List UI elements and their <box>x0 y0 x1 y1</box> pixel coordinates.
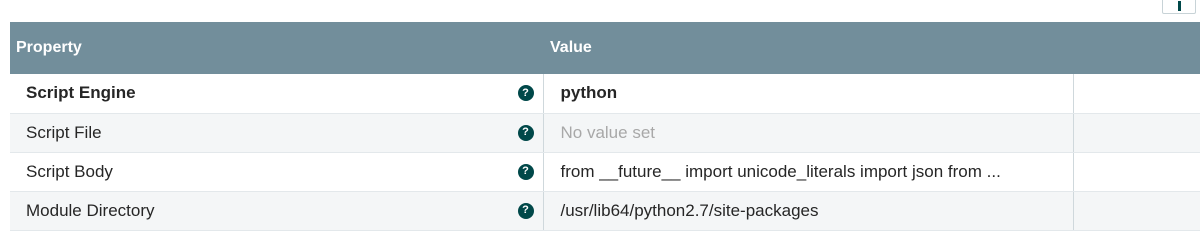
property-name-cell: Script Body ? <box>10 152 543 192</box>
property-value-cell[interactable]: No value set <box>542 113 1074 153</box>
add-property-button[interactable] <box>1162 0 1196 14</box>
help-icon[interactable]: ? <box>517 124 534 141</box>
property-value: /usr/lib64/python2.7/site-packages <box>560 200 819 220</box>
property-value-cell[interactable]: /usr/lib64/python2.7/site-packages <box>542 191 1074 231</box>
property-value: from __future__ import unicode_literals … <box>560 161 1001 181</box>
property-column-header[interactable]: Property <box>10 22 543 74</box>
property-name-cell: Script Engine ? <box>10 74 543 114</box>
property-value-cell[interactable]: python <box>542 74 1074 114</box>
table-row[interactable]: Script File ? No value set <box>10 113 1200 153</box>
property-name: Script Engine <box>26 83 136 103</box>
property-name: Script Body <box>26 161 113 181</box>
property-name-cell: Module Directory ? <box>10 191 543 231</box>
processor-properties-panel: Property Value Script Engine ? python Sc… <box>0 0 1200 240</box>
row-actions-cell <box>1073 74 1200 114</box>
add-icon <box>1178 1 1181 11</box>
property-name-cell: Script File ? <box>10 113 543 153</box>
property-value-cell[interactable]: from __future__ import unicode_literals … <box>542 152 1074 192</box>
help-icon[interactable]: ? <box>517 202 534 219</box>
table-row[interactable]: Script Body ? from __future__ import uni… <box>10 152 1200 192</box>
property-value-placeholder: No value set <box>560 122 656 142</box>
property-name: Module Directory <box>26 200 155 220</box>
row-actions-cell <box>1073 191 1200 231</box>
property-value: python <box>560 83 618 103</box>
property-name: Script File <box>26 122 102 142</box>
row-actions-cell <box>1073 152 1200 192</box>
value-column-header[interactable]: Value <box>543 22 1200 74</box>
help-icon[interactable]: ? <box>517 85 534 102</box>
properties-table: Property Value Script Engine ? python Sc… <box>10 22 1200 231</box>
row-actions-cell <box>1073 113 1200 153</box>
help-icon[interactable]: ? <box>517 163 534 180</box>
table-row[interactable]: Module Directory ? /usr/lib64/python2.7/… <box>10 191 1200 231</box>
table-row[interactable]: Script Engine ? python <box>10 74 1200 114</box>
table-header-row: Property Value <box>10 22 1200 74</box>
